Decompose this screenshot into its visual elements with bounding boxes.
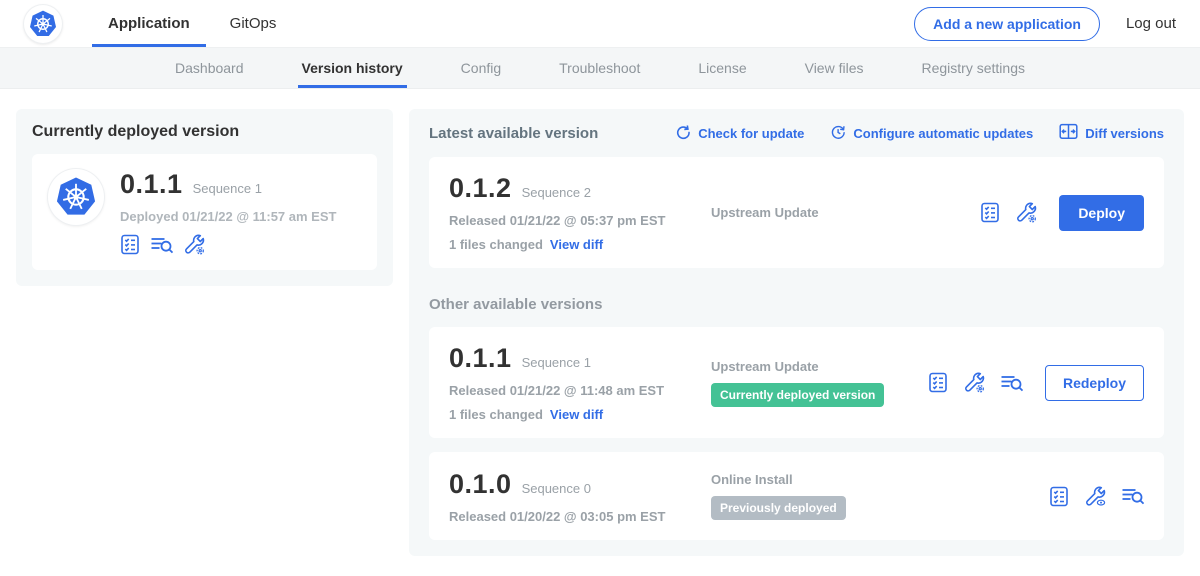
version-source-column: Upstream Update Currently deployed versi…	[711, 359, 928, 407]
check-for-update-link[interactable]: Check for update	[675, 123, 804, 143]
version-actions-column: Redeploy	[928, 365, 1144, 401]
version-history-content: Currently deployed version 0.1.1 Sequenc…	[0, 89, 1200, 576]
version-card-0-1-2: 0.1.2 Sequence 2 Released 01/21/22 @ 05:…	[429, 157, 1164, 268]
subnav-tab-config-label: Config	[461, 60, 501, 76]
sequence-label: Sequence 1	[522, 355, 591, 370]
deployed-sequence-label: Sequence 1	[193, 181, 262, 196]
tab-application[interactable]: Application	[88, 0, 210, 47]
subnav-tab-license[interactable]: License	[698, 48, 746, 88]
redeploy-button[interactable]: Redeploy	[1045, 365, 1144, 401]
deployed-version-info: 0.1.1 Sequence 1 Deployed 01/21/22 @ 11:…	[120, 169, 336, 255]
subnav-tab-version-history-label: Version history	[302, 60, 403, 76]
preflight-checks-icon[interactable]	[980, 202, 1000, 223]
edit-config-icon[interactable]	[184, 234, 205, 255]
sequence-label: Sequence 0	[522, 481, 591, 496]
kubernetes-logo-icon	[24, 5, 62, 43]
version-source-column: Upstream Update	[711, 205, 980, 220]
deployed-actions	[120, 234, 336, 255]
subnav-tab-troubleshoot[interactable]: Troubleshoot	[559, 48, 640, 88]
version-info-column: 0.1.2 Sequence 2 Released 01/21/22 @ 05:…	[449, 173, 711, 252]
version-number: 0.1.1	[449, 343, 512, 374]
released-timestamp: Released 01/21/22 @ 11:48 am EST	[449, 383, 711, 398]
deploy-logs-icon[interactable]	[1001, 374, 1023, 392]
version-info-column: 0.1.1 Sequence 1 Released 01/21/22 @ 11:…	[449, 343, 711, 422]
subnav-tab-license-label: License	[698, 60, 746, 76]
subnav-tab-troubleshoot-label: Troubleshoot	[559, 60, 640, 76]
subnav-tab-dashboard-label: Dashboard	[175, 60, 244, 76]
preflight-checks-icon[interactable]	[1049, 486, 1069, 507]
sequence-label: Sequence 2	[522, 185, 591, 200]
currently-deployed-title: Currently deployed version	[32, 123, 377, 141]
diff-versions-label: Diff versions	[1085, 126, 1164, 141]
app-subnav: Dashboard Version history Config Trouble…	[0, 47, 1200, 89]
version-source-label: Online Install	[711, 472, 1049, 487]
version-source-label: Upstream Update	[711, 359, 928, 374]
header-right: Add a new application Log out	[914, 7, 1176, 41]
top-header: Application GitOps Add a new application…	[0, 0, 1200, 47]
subnav-tab-view-files-label: View files	[805, 60, 864, 76]
currently-deployed-panel: Currently deployed version 0.1.1 Sequenc…	[16, 109, 393, 286]
version-card-0-1-0: 0.1.0 Sequence 0 Released 01/20/22 @ 03:…	[429, 452, 1164, 540]
version-card-0-1-1: 0.1.1 Sequence 1 Released 01/21/22 @ 11:…	[429, 327, 1164, 438]
configure-automatic-updates-label: Configure automatic updates	[853, 126, 1033, 141]
version-source-label: Upstream Update	[711, 205, 980, 220]
version-number: 0.1.2	[449, 173, 512, 204]
view-diff-link[interactable]: View diff	[550, 237, 603, 252]
files-changed-label: 1 files changed	[449, 407, 543, 422]
subnav-tab-dashboard[interactable]: Dashboard	[175, 48, 244, 88]
header-tabs: Application GitOps	[88, 0, 296, 47]
diff-versions-link[interactable]: Diff versions	[1059, 123, 1164, 143]
view-config-icon[interactable]	[1085, 486, 1106, 507]
subnav-tab-registry-settings-label: Registry settings	[922, 60, 1025, 76]
app-logo-icon	[48, 169, 104, 225]
currently-deployed-badge: Currently deployed version	[711, 383, 884, 407]
deployed-version-number: 0.1.1	[120, 169, 183, 200]
version-actions-column: Deploy	[980, 195, 1144, 231]
edit-config-icon[interactable]	[964, 372, 985, 393]
diff-icon	[1059, 123, 1078, 143]
tab-gitops-label: GitOps	[230, 15, 277, 32]
latest-available-title: Latest available version	[429, 125, 598, 142]
available-versions-panel: Latest available version Check for updat…	[409, 109, 1184, 556]
edit-config-icon[interactable]	[1016, 202, 1037, 223]
version-info-column: 0.1.0 Sequence 0 Released 01/20/22 @ 03:…	[449, 469, 711, 524]
subnav-tab-view-files[interactable]: View files	[805, 48, 864, 88]
configure-automatic-updates-link[interactable]: Configure automatic updates	[830, 123, 1033, 143]
version-actions-column	[1049, 486, 1144, 507]
deploy-logs-icon[interactable]	[1122, 487, 1144, 505]
deploy-button[interactable]: Deploy	[1059, 195, 1144, 231]
version-actions: Check for update Configure automatic upd…	[675, 123, 1164, 143]
subnav-tab-version-history[interactable]: Version history	[302, 48, 403, 88]
tab-gitops[interactable]: GitOps	[210, 0, 297, 47]
currently-deployed-card: 0.1.1 Sequence 1 Deployed 01/21/22 @ 11:…	[32, 154, 377, 270]
subnav-tab-registry-settings[interactable]: Registry settings	[922, 48, 1025, 88]
other-available-versions-title: Other available versions	[429, 296, 1164, 313]
add-new-application-button[interactable]: Add a new application	[914, 7, 1100, 41]
previously-deployed-badge: Previously deployed	[711, 496, 846, 520]
tab-application-label: Application	[108, 15, 190, 32]
preflight-checks-icon[interactable]	[928, 372, 948, 393]
version-source-column: Online Install Previously deployed	[711, 472, 1049, 520]
view-diff-link[interactable]: View diff	[550, 407, 603, 422]
version-number: 0.1.0	[449, 469, 512, 500]
released-timestamp: Released 01/21/22 @ 05:37 pm EST	[449, 213, 711, 228]
deploy-logs-icon[interactable]	[151, 236, 173, 254]
released-timestamp: Released 01/20/22 @ 03:05 pm EST	[449, 509, 711, 524]
check-for-update-label: Check for update	[698, 126, 804, 141]
files-changed-label: 1 files changed	[449, 237, 543, 252]
logout-button[interactable]: Log out	[1126, 15, 1176, 32]
deployed-timestamp: Deployed 01/21/22 @ 11:57 am EST	[120, 209, 336, 224]
subnav-tab-config[interactable]: Config	[461, 48, 501, 88]
refresh-icon	[675, 124, 691, 143]
clock-refresh-icon	[830, 124, 846, 143]
preflight-checks-icon[interactable]	[120, 234, 140, 255]
